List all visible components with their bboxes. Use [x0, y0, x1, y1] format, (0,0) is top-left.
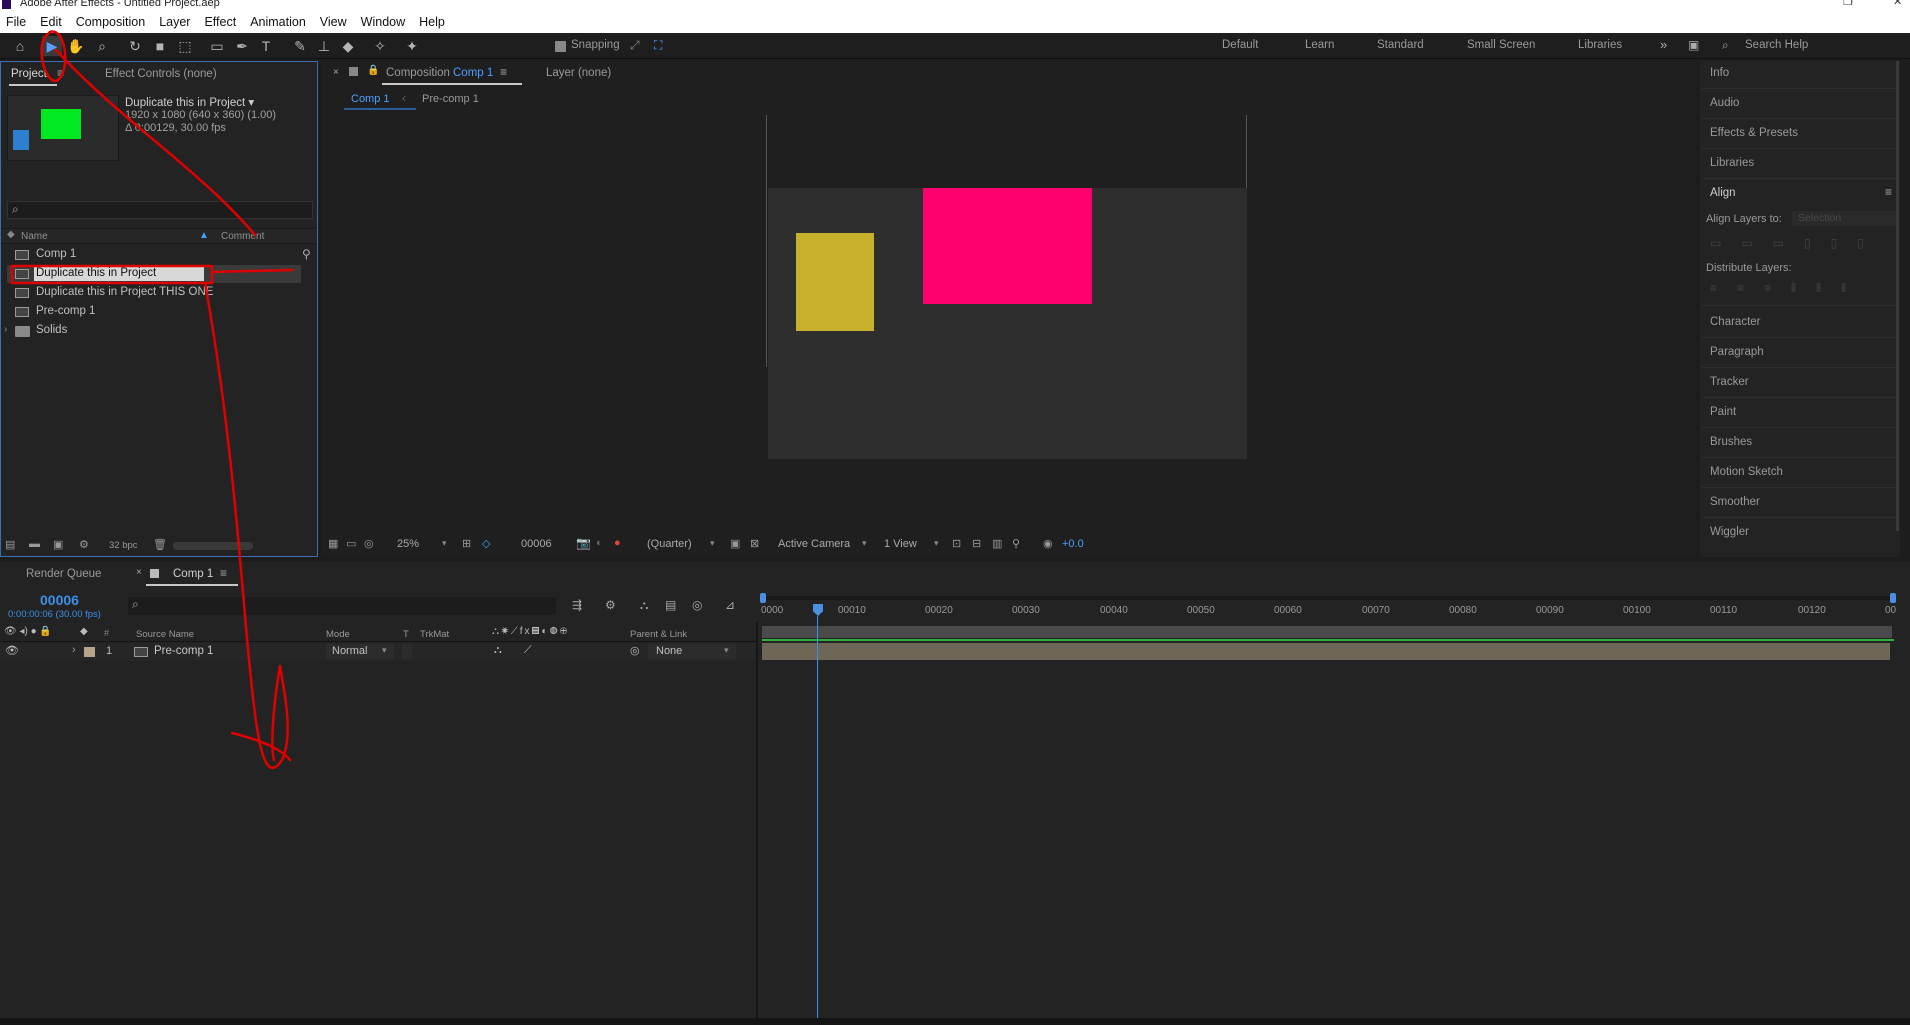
status-bar	[0, 1018, 1910, 1025]
red-annotation-drawing	[10, 30, 294, 769]
annotation-item-underline	[210, 268, 294, 274]
annotation-item-outline	[10, 264, 214, 285]
annotation-drag-line	[203, 281, 289, 769]
annotation-curve-arrow	[54, 48, 257, 237]
